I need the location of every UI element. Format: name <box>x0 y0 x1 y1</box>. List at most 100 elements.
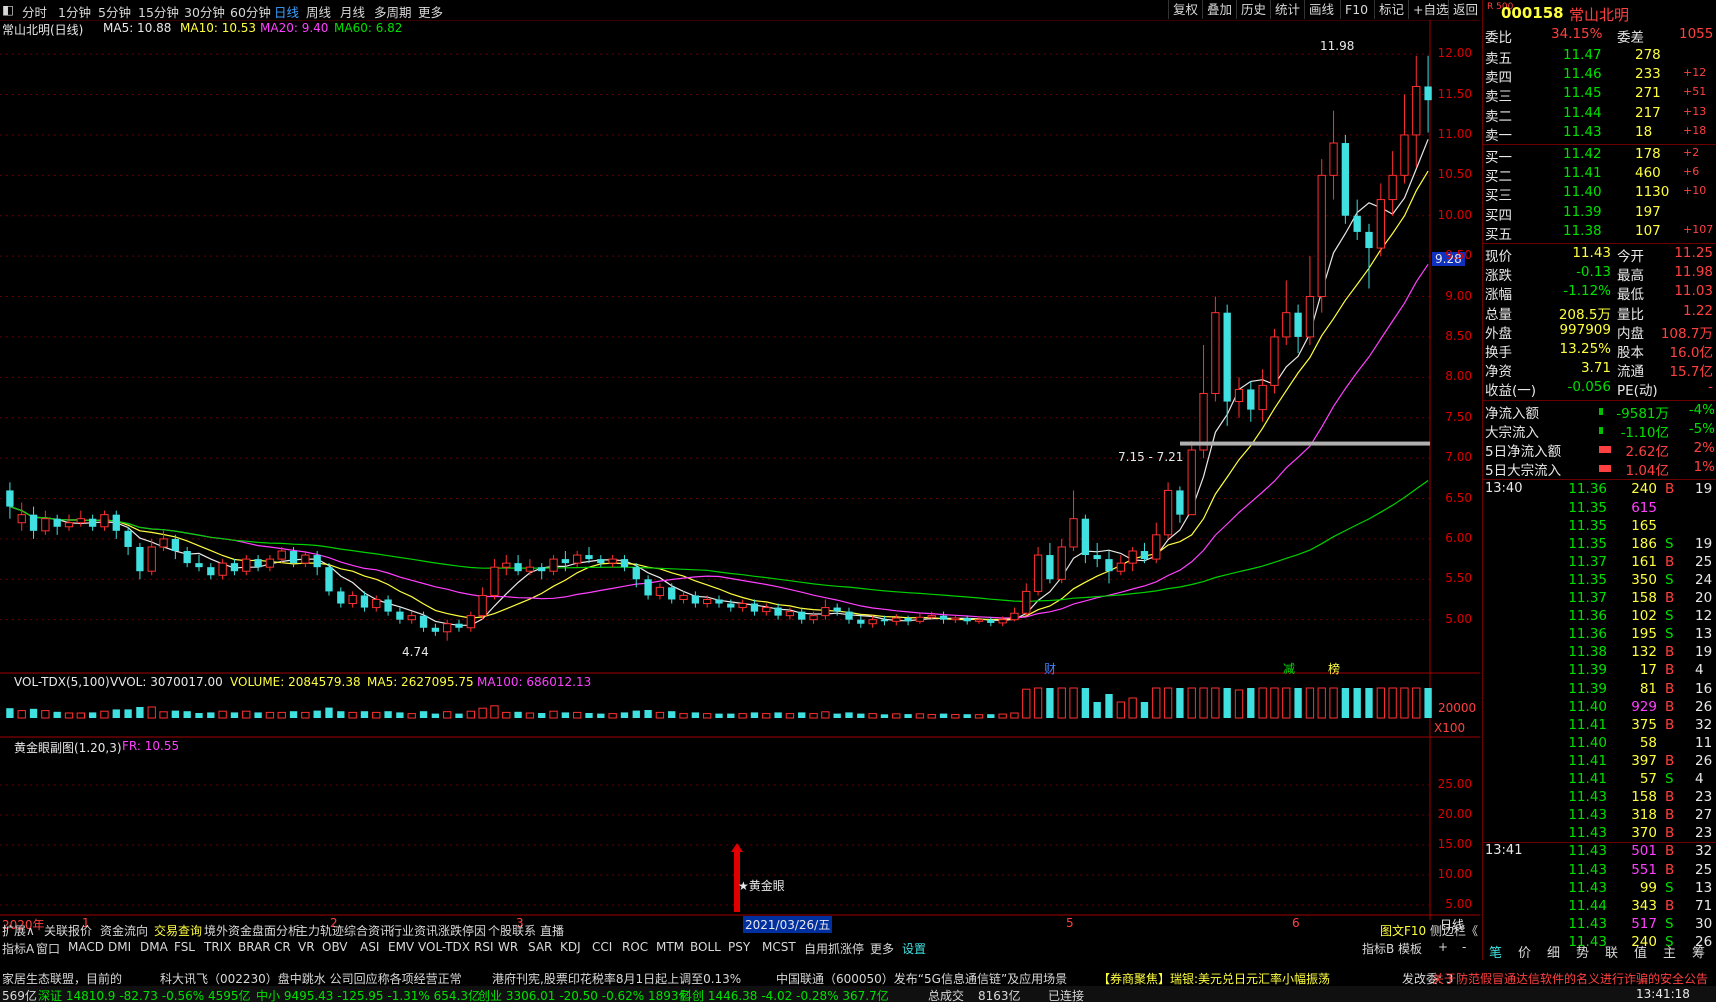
asks-row[interactable]: 卖一 11.43 18 +18 <box>1483 124 1716 144</box>
indicator-button-18[interactable]: CCI <box>592 940 612 954</box>
indicator-button-26[interactable]: 设置 <box>902 940 926 957</box>
indicator-button-19[interactable]: ROC <box>622 940 648 954</box>
asks-row[interactable]: 卖五 11.47 278 <box>1483 47 1716 67</box>
feature-button-8[interactable]: 行业资讯 <box>390 922 438 939</box>
indicator-button-13[interactable]: VOL-TDX <box>418 940 470 954</box>
asks-label: 卖五 <box>1485 51 1512 67</box>
feature-button-11[interactable]: 直播 <box>540 922 564 939</box>
indicator-button-22[interactable]: PSY <box>728 940 750 954</box>
indicator-button-15[interactable]: WR <box>498 940 518 954</box>
news-item-4[interactable]: 【券商聚焦】瑞银:美元兑日元汇率小幅振荡 <box>1098 970 1330 986</box>
toolbar-button-6[interactable]: 标记 <box>1374 0 1408 19</box>
event-bang-marker[interactable]: 榜 <box>1328 660 1340 677</box>
event-jian-marker[interactable]: 减 <box>1283 660 1295 677</box>
candle-body <box>313 555 321 568</box>
news-item-3[interactable]: 中国联通（600050）发布“5G信息通信链”及应用场景 <box>776 970 1067 986</box>
indicator-button-3[interactable]: DMI <box>108 940 131 954</box>
event-cai-marker[interactable]: 财 <box>1044 660 1056 677</box>
indicator-button-16[interactable]: SAR <box>528 940 552 954</box>
panel-toggle-icon[interactable]: ◧ <box>2 2 14 17</box>
indicator-button-1[interactable]: 窗口 <box>36 940 60 957</box>
indicator-button-8[interactable]: CR <box>274 940 291 954</box>
indicator-button-25[interactable]: 更多 <box>870 940 894 957</box>
news-item-1[interactable]: 科大讯飞（002230）盘中跳水 公司回应称各项经营正常 <box>160 970 462 986</box>
indicator-button-14[interactable]: RSI <box>474 940 494 954</box>
tab-7[interactable]: 周线 <box>306 2 331 21</box>
kline-chart-area[interactable]: 常山北明(日线) MA5: 10.88 MA10: 10.53 MA20: 9.… <box>0 20 1480 933</box>
asks-row[interactable]: 卖三 11.45 271 +51 <box>1483 85 1716 105</box>
toolbar-button-2[interactable]: 历史 <box>1236 0 1270 19</box>
indicator-button-30[interactable]: - <box>1462 940 1466 954</box>
indicator-button-6[interactable]: TRIX <box>204 940 231 954</box>
news-item-6[interactable]: 关于防范假冒通达信软件的名义进行诈骗的安全公告 <box>1432 970 1708 986</box>
toolbar-button-8[interactable]: 返回 <box>1448 0 1482 19</box>
asks-row[interactable]: 卖二 11.44 217 +13 <box>1483 105 1716 125</box>
toolbar-button-3[interactable]: 统计 <box>1270 0 1304 19</box>
feature-button-4[interactable]: 境外资金 <box>204 922 252 939</box>
asks-row[interactable]: 卖四 11.46 233 +12 <box>1483 66 1716 86</box>
indicator-button-4[interactable]: DMA <box>140 940 168 954</box>
indicator-button-12[interactable]: EMV <box>388 940 414 954</box>
tab-10[interactable]: 更多 <box>418 2 443 21</box>
feature-button-7[interactable]: 综合资讯 <box>344 922 392 939</box>
tab-5[interactable]: 60分钟 <box>230 2 271 21</box>
candle-body <box>514 563 522 572</box>
ticks-tab-3[interactable]: 势 <box>1576 942 1589 961</box>
bids-row[interactable]: 买五 11.38 107 +107 <box>1483 223 1716 243</box>
bids-row[interactable]: 买一 11.42 178 +2 <box>1483 146 1716 166</box>
ticks-tab-1[interactable]: 价 <box>1518 942 1531 961</box>
indicator-button-21[interactable]: BOLL <box>690 940 721 954</box>
kline-chart-svg[interactable] <box>0 20 1480 920</box>
bids-row[interactable]: 买三 11.40 1130 +10 <box>1483 184 1716 204</box>
toolbar-button-0[interactable]: 复权 <box>1168 0 1202 19</box>
tab-2[interactable]: 5分钟 <box>98 2 131 21</box>
feature-button-12[interactable]: 图文F10 <box>1380 922 1426 939</box>
indicator-button-2[interactable]: MACD <box>68 940 104 954</box>
ticks-tab-6[interactable]: 主 <box>1663 942 1676 961</box>
toolbar-button-5[interactable]: F10 <box>1340 0 1372 19</box>
tab-0[interactable]: 分时 <box>22 2 47 21</box>
toolbar-button-1[interactable]: 叠加 <box>1202 0 1236 19</box>
news-item-2[interactable]: 港府刊宪,股票印花税率8月1日起上调至0.13% <box>492 970 741 986</box>
feature-button-10[interactable]: 个股联系 <box>488 922 536 939</box>
ticks-tab-2[interactable]: 细 <box>1547 942 1560 961</box>
indicator-button-0[interactable]: 指标A <box>2 940 34 957</box>
indicator-button-9[interactable]: VR <box>298 940 315 954</box>
indicator-button-24[interactable]: 自用抓涨停 <box>804 940 864 957</box>
feature-button-9[interactable]: 涨跌停因 <box>438 922 486 939</box>
indicator-button-20[interactable]: MTM <box>656 940 684 954</box>
indicator-button-29[interactable]: + <box>1438 940 1448 954</box>
tab-1[interactable]: 1分钟 <box>58 2 91 21</box>
indicator-button-17[interactable]: KDJ <box>560 940 581 954</box>
ticks-tab-5[interactable]: 值 <box>1634 942 1647 961</box>
tab-6[interactable]: 日线 <box>274 2 299 21</box>
tab-9[interactable]: 多周期 <box>374 2 412 21</box>
feature-button-6[interactable]: 主力轨迹 <box>296 922 344 939</box>
tab-4[interactable]: 30分钟 <box>184 2 225 21</box>
feature-button-2[interactable]: 资金流向 <box>100 922 148 939</box>
tick-time-2: 13:41 <box>1485 843 1523 859</box>
toolbar-button-7[interactable]: +自选 <box>1408 0 1452 19</box>
feature-button-13[interactable]: 侧边栏《 <box>1430 922 1478 939</box>
bids-row[interactable]: 买二 11.41 460 +6 <box>1483 165 1716 185</box>
feature-button-0[interactable]: 扩展∧ <box>2 922 35 939</box>
indicator-button-5[interactable]: FSL <box>174 940 195 954</box>
toolbar-button-4[interactable]: 画线 <box>1304 0 1338 19</box>
feature-button-5[interactable]: 盘面分析 <box>252 922 300 939</box>
tab-8[interactable]: 月线 <box>340 2 365 21</box>
indicator-button-11[interactable]: ASI <box>360 940 379 954</box>
indicator-button-28[interactable]: 模板 <box>1398 940 1422 957</box>
indicator-button-10[interactable]: OBV <box>322 940 348 954</box>
news-ticker[interactable]: 家居生态联盟，目前的 科大讯飞（002230）盘中跳水 公司回应称各项经营正常 港府… <box>0 968 1716 986</box>
ticks-tab-4[interactable]: 联 <box>1605 942 1618 961</box>
feature-button-3[interactable]: 交易查询 <box>154 922 202 939</box>
bids-row[interactable]: 买四 11.39 197 <box>1483 204 1716 224</box>
tab-3[interactable]: 15分钟 <box>138 2 179 21</box>
news-item-0[interactable]: 家居生态联盟，目前的 <box>2 970 122 986</box>
feature-button-1[interactable]: 关联报价 <box>44 922 92 939</box>
ticks-tab-0[interactable]: 笔 <box>1489 942 1502 961</box>
indicator-button-7[interactable]: BRAR <box>238 940 271 954</box>
indicator-button-23[interactable]: MCST <box>762 940 796 954</box>
ticks-tab-7[interactable]: 筹 <box>1692 942 1705 961</box>
indicator-button-27[interactable]: 指标B <box>1362 940 1394 957</box>
